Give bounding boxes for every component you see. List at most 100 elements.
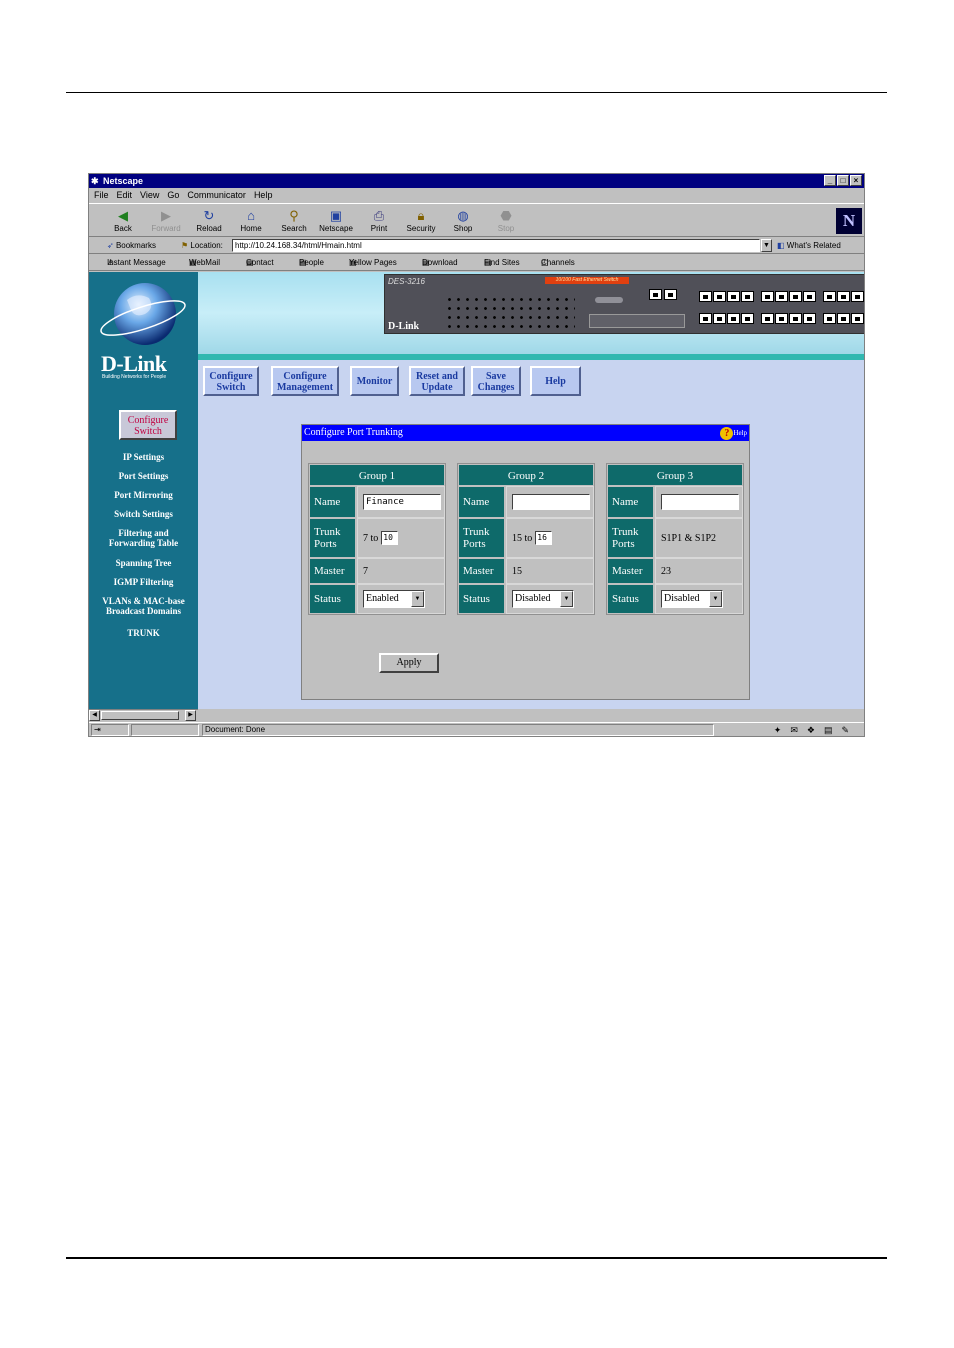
minimize-button[interactable]: _ <box>824 175 836 186</box>
switch-led-grid <box>445 295 575 329</box>
sidebar-item-port-mirroring[interactable]: Port Mirroring <box>89 490 198 500</box>
switch-port <box>789 313 802 324</box>
sidebar-item-igmp-filtering[interactable]: IGMP Filtering <box>89 577 198 587</box>
apply-button[interactable]: Apply <box>379 653 439 673</box>
nav-configure-switch-button[interactable]: Configure Switch <box>203 366 259 396</box>
group-1-trunk-ports-cell: 7 to 10 <box>357 518 445 558</box>
url-input[interactable]: http://10.24.168.34/html/Hmain.html <box>232 239 760 252</box>
switch-port <box>803 291 816 302</box>
switch-expansion-slot <box>589 314 685 328</box>
menu-go[interactable]: Go <box>167 188 179 202</box>
switch-port <box>775 313 788 324</box>
scroll-right-icon[interactable]: ▶ <box>185 710 196 721</box>
sidebar-item-filtering-forwarding[interactable]: Filtering and Forwarding Table <box>89 528 198 548</box>
navigator-icon[interactable]: ✦ <box>774 725 791 735</box>
edit-icon[interactable]: ✎ <box>841 725 858 735</box>
print-button[interactable]: ⎙ Print <box>357 207 401 237</box>
group-title: Group 2 <box>458 464 594 486</box>
home-button[interactable]: ⌂ Home <box>229 207 273 237</box>
menu-communicator[interactable]: Communicator <box>187 188 246 202</box>
group-3-trunk-ports: S1P1 & S1P2 <box>655 518 743 558</box>
shop-button[interactable]: ◍ Shop <box>441 207 485 237</box>
switch-front-panel: DES-3216 10/100 Fast Ethernet Switch D-L… <box>384 274 864 334</box>
panel-title: Configure Port Trunking <box>304 427 403 438</box>
status-label: Status <box>607 584 654 614</box>
nav-save-changes-button[interactable]: Save Changes <box>471 366 521 396</box>
netscape-button[interactable]: ▣ Netscape <box>314 207 358 237</box>
group-2-trunk-from: 15 to <box>512 532 533 544</box>
sidebar-item-ip-settings[interactable]: IP Settings <box>89 452 198 462</box>
bookmarks-button[interactable]: ➶ Bookmarks <box>107 237 156 254</box>
group-3-name-input[interactable] <box>661 494 739 510</box>
banner: DES-3216 10/100 Fast Ethernet Switch D-L… <box>198 272 864 354</box>
switch-port <box>713 291 726 302</box>
group-2-trunk-to-input[interactable]: 16 <box>535 531 553 545</box>
sidebar-horizontal-scrollbar[interactable]: ◀ ▶ <box>89 709 198 721</box>
switch-console-port <box>595 297 623 303</box>
panel-help-button[interactable]: ? Help <box>720 426 747 440</box>
group-1-name-input[interactable]: Finance <box>363 494 441 510</box>
related-icon: ◧ <box>777 241 787 250</box>
back-button[interactable]: ◀ Back <box>101 207 145 237</box>
group-2-trunk-ports-cell: 15 to 16 <box>506 518 594 558</box>
discussion-icon[interactable]: ❖ <box>807 725 824 735</box>
trunk-group-3: Group 3 Name Trunk Ports S1P1 & S1P2 Mas… <box>606 463 744 615</box>
name-label: Name <box>458 486 505 518</box>
menu-file[interactable]: File <box>94 188 109 202</box>
group-2-name-input[interactable] <box>512 494 590 510</box>
group-1-trunk-to-input[interactable]: 10 <box>381 531 399 545</box>
scroll-thumb[interactable] <box>101 711 179 720</box>
forward-arrow-icon: ▶ <box>161 208 171 223</box>
search-button[interactable]: ⚲ Search <box>272 207 316 237</box>
switch-port <box>837 313 850 324</box>
panel-title-bar: Configure Port Trunking ? Help <box>302 425 749 441</box>
group-1-status-cell: Enabled ▼ <box>357 584 445 614</box>
status-label: Status <box>458 584 505 614</box>
nav-monitor-button[interactable]: Monitor <box>350 366 399 396</box>
whats-related-button[interactable]: ◧ What's Related <box>777 237 841 254</box>
security-button[interactable]: 🔒︎ Security <box>399 207 443 237</box>
sidebar-item-vlans[interactable]: VLANs & MAC-base Broadcast Domains <box>89 596 198 616</box>
switch-port <box>823 313 836 324</box>
switch-orange-label: 10/100 Fast Ethernet Switch <box>545 277 629 284</box>
shop-icon: ◍ <box>457 208 469 223</box>
title-bar: ✱ Netscape _ □ × <box>89 174 864 188</box>
close-button[interactable]: × <box>850 175 862 186</box>
sidebar-item-spanning-tree[interactable]: Spanning Tree <box>89 558 198 568</box>
composer-icon[interactable]: ▤ <box>824 725 842 735</box>
sidebar-item-port-settings[interactable]: Port Settings <box>89 471 198 481</box>
reload-button[interactable]: ↻ Reload <box>187 207 231 237</box>
group-2-name-cell <box>506 486 594 518</box>
sidebar-item-trunk[interactable]: TRUNK <box>89 628 198 638</box>
menu-view[interactable]: View <box>140 188 159 202</box>
back-arrow-icon: ◀ <box>118 208 128 223</box>
group-title: Group 3 <box>607 464 743 486</box>
forward-button[interactable]: ▶ Forward <box>144 207 188 237</box>
stop-button[interactable]: ⬣ Stop <box>484 207 528 237</box>
location-label: ⚑ Location: <box>181 241 223 250</box>
banner-strip <box>198 354 864 360</box>
sidebar-configure-switch-button[interactable]: Configure Switch <box>119 410 177 440</box>
sidebar-item-switch-settings[interactable]: Switch Settings <box>89 509 198 519</box>
location-bar: ➶ Bookmarks ⚑ Location: http://10.24.168… <box>89 237 864 254</box>
nav-reset-update-button[interactable]: Reset and Update <box>409 366 465 396</box>
nav-help-button[interactable]: Help <box>530 366 581 396</box>
chevron-down-icon: ▼ <box>411 591 424 607</box>
nav-configure-management-button[interactable]: Configure Management <box>271 366 339 396</box>
netscape-logo: N <box>836 208 862 234</box>
scroll-left-icon[interactable]: ◀ <box>89 710 100 721</box>
menu-edit[interactable]: Edit <box>117 188 133 202</box>
group-2-status-select[interactable]: Disabled ▼ <box>512 590 574 608</box>
switch-port <box>761 291 774 302</box>
group-1-master: 7 <box>357 558 445 584</box>
url-dropdown-icon[interactable]: ▼ <box>761 239 772 252</box>
maximize-button[interactable]: □ <box>837 175 849 186</box>
trunk-group-2: Group 2 Name Trunk Ports 15 to 16 Master… <box>457 463 595 615</box>
menu-help[interactable]: Help <box>254 188 273 202</box>
mail-icon[interactable]: ✉ <box>790 725 807 735</box>
group-title: Group 1 <box>309 464 445 486</box>
group-3-status-select[interactable]: Disabled ▼ <box>661 590 723 608</box>
sidebar: D-Link Building Networks for People Conf… <box>89 272 198 709</box>
group-1-status-select[interactable]: Enabled ▼ <box>363 590 425 608</box>
location-icon: ⚑ <box>181 241 191 250</box>
